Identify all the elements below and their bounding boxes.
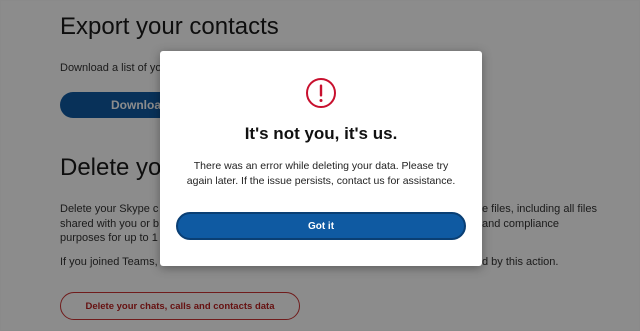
page-frame: Export your contacts Download a list of … bbox=[0, 0, 640, 331]
error-dialog: It's not you, it's us. There was an erro… bbox=[160, 51, 482, 266]
error-icon bbox=[306, 78, 336, 108]
dialog-title: It's not you, it's us. bbox=[244, 124, 398, 143]
dialog-message: There was an error while deleting your d… bbox=[186, 160, 456, 187]
got-it-button[interactable]: Got it bbox=[176, 212, 466, 240]
